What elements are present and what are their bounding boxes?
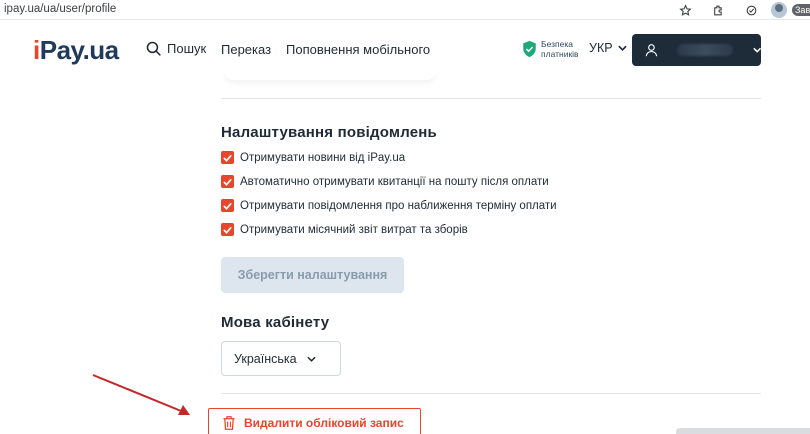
check-icon [223,202,232,210]
user-icon [645,44,658,57]
checkbox-receipts[interactable]: Автоматично отримувати квитанції на пошт… [221,175,549,188]
language-selected-value: Українська [234,351,297,366]
site-header: iPay.ua Пошук Переказ Поповнення мобільн… [0,21,810,77]
security-text: Безпека платників [541,39,579,59]
security-line-1: Безпека [541,39,573,49]
card-shadow [225,72,435,80]
user-name-redacted [676,44,733,56]
bookmark-label[interactable]: Зав [792,4,810,16]
checkbox-checked[interactable] [221,175,234,188]
delete-account-label: Видалити обліковий запис [244,416,404,430]
save-settings-button[interactable]: Зберегти налаштування [221,257,404,293]
logo-text: Pay.ua [39,35,119,65]
user-menu-button[interactable] [632,34,761,66]
annotation-arrow [92,374,190,415]
extensions-icon[interactable] [710,2,726,18]
address-bar[interactable]: ipay.ua/ua/user/profile [4,3,116,15]
profile-icon[interactable] [771,2,787,18]
checkbox-news[interactable]: Отримувати новини від iPay.ua [221,151,405,164]
checkbox-label: Автоматично отримувати квитанції на пошт… [240,175,549,188]
trash-icon [223,416,235,430]
language-title: Мова кабінету [221,314,330,331]
ipay-logo[interactable]: iPay.ua [33,35,119,66]
notifications-title: Налаштування повідомлень [221,124,437,141]
checkbox-label: Отримувати місячний звіт витрат та зборі… [240,223,468,236]
browser-toolbar: ipay.ua/ua/user/profile Зав [0,0,810,20]
security-line-2: платників [541,49,579,59]
section-divider [221,393,761,394]
language-label: УКР [589,41,613,55]
chevron-down-icon [617,45,627,51]
copilot-icon[interactable] [743,2,759,18]
checkbox-label: Отримувати повідомлення про наближення т… [240,199,557,212]
nav-mobile-topup[interactable]: Поповнення мобільного [286,42,430,57]
search-label: Пошук [167,41,207,56]
checkbox-due-reminders[interactable]: Отримувати повідомлення про наближення т… [221,199,557,212]
delete-account-button[interactable]: Видалити обліковий запис [208,408,421,434]
nav-search[interactable]: Пошук [145,40,206,57]
checkbox-monthly-report[interactable]: Отримувати місячний звіт витрат та зборі… [221,223,468,236]
overlay-edge [676,428,810,434]
check-icon [223,226,232,234]
check-icon [223,154,232,162]
star-icon[interactable] [677,2,693,18]
chevron-down-icon [306,356,316,362]
search-icon [146,41,161,56]
checkbox-checked[interactable] [221,223,234,236]
checkbox-checked[interactable] [221,199,234,212]
section-divider [221,98,761,99]
checkbox-label: Отримувати новини від iPay.ua [240,151,406,164]
language-switcher[interactable]: УКР [589,41,627,55]
logo-letter: i [33,35,40,65]
chevron-down-icon [752,47,761,53]
security-badge[interactable]: Безпека платників [522,39,579,59]
check-icon [223,178,232,186]
shield-icon [523,40,536,58]
nav-transfer[interactable]: Переказ [221,42,271,57]
checkbox-checked[interactable] [221,151,234,164]
language-select[interactable]: Українська [221,341,341,376]
